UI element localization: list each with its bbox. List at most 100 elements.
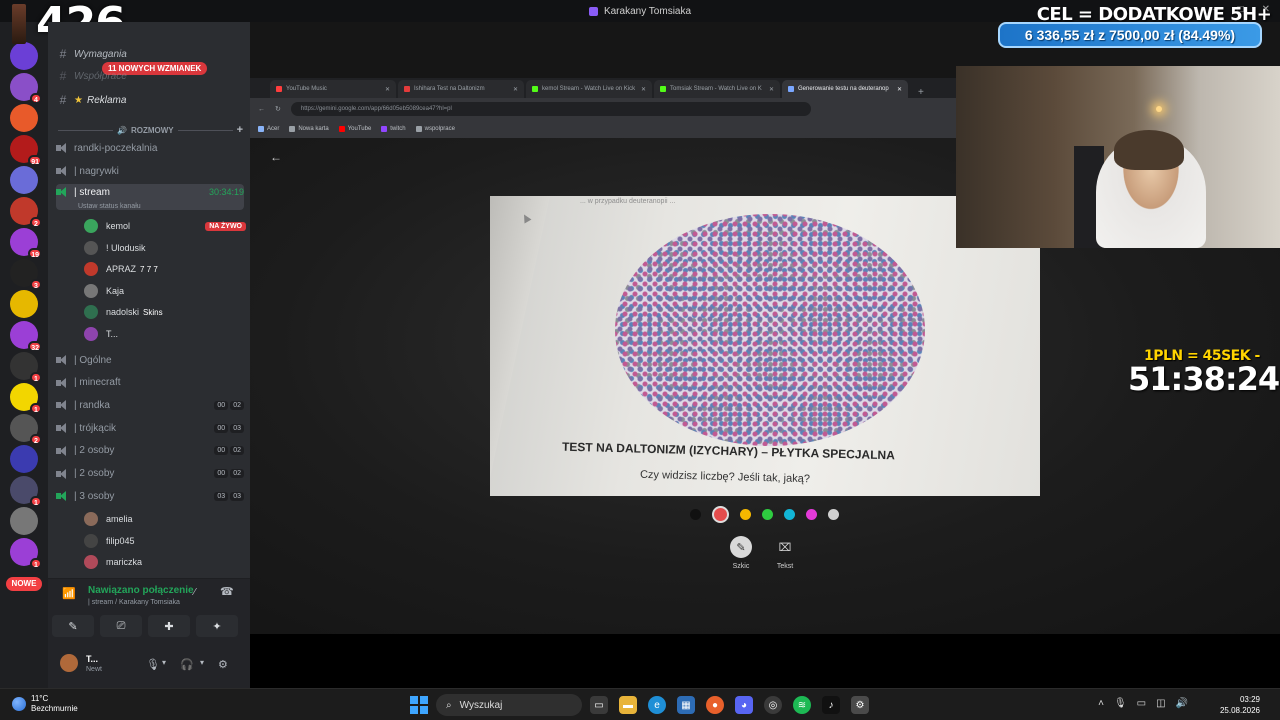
settings-icon[interactable]: ⚙ <box>851 696 869 714</box>
browser-tab[interactable]: Tomsiak Stream - Watch Live on K ✕ <box>654 80 780 98</box>
browser-tab[interactable]: Ishihara Test na Daltonizm ✕ <box>398 80 524 98</box>
color-swatch[interactable] <box>712 506 729 523</box>
server-icon[interactable]: 2 <box>10 197 42 228</box>
channel-wymagania[interactable]: # Wymagania <box>56 44 244 64</box>
color-swatch[interactable] <box>690 509 701 520</box>
network-icon[interactable]: ◫ <box>1156 698 1165 709</box>
tiktok-icon[interactable]: ♪ <box>822 696 840 714</box>
color-swatch[interactable] <box>806 509 817 520</box>
spotify-icon[interactable]: ≋ <box>793 696 811 714</box>
color-swatch[interactable] <box>762 509 773 520</box>
task-view-icon[interactable]: ▭ <box>590 696 608 714</box>
browser-tab[interactable]: Generowanie testu na deuteranop ✕ <box>782 80 908 98</box>
activities-button[interactable]: ✚ <box>148 615 190 637</box>
server-icon[interactable]: 1 <box>10 538 42 569</box>
voice-channel[interactable]: | minecraft <box>56 373 244 393</box>
discord-icon[interactable]: ◕ <box>735 696 753 714</box>
back-icon[interactable]: ← <box>258 106 265 113</box>
server-icon[interactable] <box>10 507 38 535</box>
server-icon[interactable]: 19 <box>10 228 42 259</box>
close-tab-icon[interactable]: ✕ <box>385 86 390 93</box>
microphone-icon[interactable]: 🎙 <box>1114 698 1127 709</box>
voice-channel-randki[interactable]: randki-poczekalnia <box>56 138 244 158</box>
server-icon[interactable]: 4 <box>10 73 42 104</box>
server-icon[interactable]: 32 <box>10 321 42 352</box>
server-icon[interactable] <box>10 104 38 132</box>
connection-status[interactable]: Nawiązano połączenie <box>88 585 194 596</box>
add-channel-icon[interactable]: + <box>237 124 243 136</box>
new-tab-icon[interactable]: + <box>910 87 932 98</box>
clock[interactable]: 03:29 25.08.2026 <box>1220 694 1260 716</box>
browser-tab[interactable]: YouTube Music ✕ <box>270 80 396 98</box>
text-tool[interactable]: ⌧ Tekst <box>774 536 796 571</box>
server-icon[interactable]: 91 <box>10 135 42 166</box>
category-rozmowy[interactable]: 🔊 ROZMOWY + <box>58 124 243 136</box>
sketch-tool[interactable]: ✎ Szkic <box>730 536 752 570</box>
store-icon[interactable]: ▦ <box>677 696 695 714</box>
voice-user[interactable]: kemol NA ŻYWO <box>84 216 246 236</box>
color-swatch[interactable] <box>740 509 751 520</box>
screen-share-button[interactable]: ⎚ <box>100 615 142 637</box>
voice-channel[interactable]: | trójkącik 00 03 <box>56 418 244 438</box>
channel-reklama[interactable]: # ★ Reklama <box>56 90 244 110</box>
close-tab-icon[interactable]: ✕ <box>513 86 518 93</box>
gear-icon[interactable]: ⚙ <box>218 658 228 671</box>
server-icon[interactable]: 1 <box>10 352 42 383</box>
voice-channel[interactable]: | 3 osoby 03 03 <box>56 486 244 506</box>
browser-tab[interactable]: kemol Stream - Watch Live on Kick ✕ <box>526 80 652 98</box>
back-arrow-icon[interactable]: ← <box>270 150 282 164</box>
avatar[interactable] <box>60 654 78 672</box>
taskbar-search[interactable]: ⌕ Wyszukaj <box>436 694 582 716</box>
display-icon[interactable]: ▭ <box>1137 698 1146 709</box>
server-icon[interactable] <box>10 290 38 318</box>
server-icon[interactable] <box>10 166 38 194</box>
server-icon[interactable]: 3 <box>10 259 42 290</box>
obs-icon[interactable]: ◎ <box>764 696 782 714</box>
server-icon[interactable]: 2 <box>10 414 42 445</box>
bookmark[interactable]: twitch <box>381 126 406 132</box>
chevron-down-icon[interactable]: ▾ <box>162 658 166 667</box>
color-swatch[interactable] <box>784 509 795 520</box>
start-button[interactable] <box>410 696 428 714</box>
channel-wspolprace[interactable]: # Współprace <box>56 66 244 86</box>
signal-icon[interactable]: 📶 <box>62 587 76 600</box>
weather-widget[interactable]: 11°C Bezchmurnie <box>12 694 78 714</box>
voice-user[interactable]: Kaja <box>84 281 246 301</box>
voice-user[interactable]: ! Ulodusik <box>84 238 246 258</box>
bookmark[interactable]: Acer <box>258 126 279 132</box>
close-tab-icon[interactable]: ✕ <box>897 86 902 93</box>
server-icon[interactable] <box>10 445 38 473</box>
bookmark[interactable]: YouTube <box>338 126 371 132</box>
voice-user[interactable]: filip045 <box>84 531 246 551</box>
voice-user[interactable]: mariczka <box>84 552 246 572</box>
disconnect-icon[interactable]: ☎ <box>220 585 234 598</box>
noise-suppression-icon[interactable]: ⁄ <box>194 587 196 598</box>
server-icon[interactable]: 1 <box>10 383 42 414</box>
voice-channel-nagrywki[interactable]: | nagrywki <box>56 161 244 181</box>
chevron-up-icon[interactable]: ˄ <box>1098 698 1104 709</box>
voice-channel[interactable]: | randka 00 02 <box>56 395 244 415</box>
close-tab-icon[interactable]: ✕ <box>641 86 646 93</box>
voice-user[interactable]: amelia <box>84 509 246 529</box>
color-swatch[interactable] <box>828 509 839 520</box>
bookmark[interactable]: wspolprace <box>415 126 455 132</box>
url-field[interactable]: https://gemini.google.com/app/66d05eb508… <box>290 102 811 116</box>
soundboard-button[interactable]: ✦ <box>196 615 238 637</box>
voice-channel[interactable]: | 2 osoby 00 02 <box>56 441 244 461</box>
voice-channel[interactable]: | 2 osoby 00 02 <box>56 464 244 484</box>
chevron-down-icon[interactable]: ▾ <box>200 658 204 667</box>
voice-user[interactable]: APRAZ 7 7 7 <box>84 259 246 279</box>
voice-channel[interactable]: | Ogólne <box>56 350 244 370</box>
headphones-icon[interactable]: 🎧 <box>180 658 194 671</box>
firefox-icon[interactable]: ● <box>706 696 724 714</box>
server-icon[interactable]: 1 <box>10 476 42 507</box>
microphone-icon[interactable]: 🎙 <box>146 658 160 671</box>
reload-icon[interactable]: ↻ <box>275 105 281 113</box>
channel-status-prompt[interactable]: Ustaw status kanału <box>78 203 141 210</box>
edge-icon[interactable]: e <box>648 696 666 714</box>
voice-user[interactable]: nadolski Skins <box>84 302 246 322</box>
voice-user[interactable]: T... <box>84 324 246 344</box>
camera-off-button[interactable]: ✎ <box>52 615 94 637</box>
file-explorer-icon[interactable]: ▬ <box>619 696 637 714</box>
new-unread-pill[interactable]: NOWE <box>6 577 42 591</box>
